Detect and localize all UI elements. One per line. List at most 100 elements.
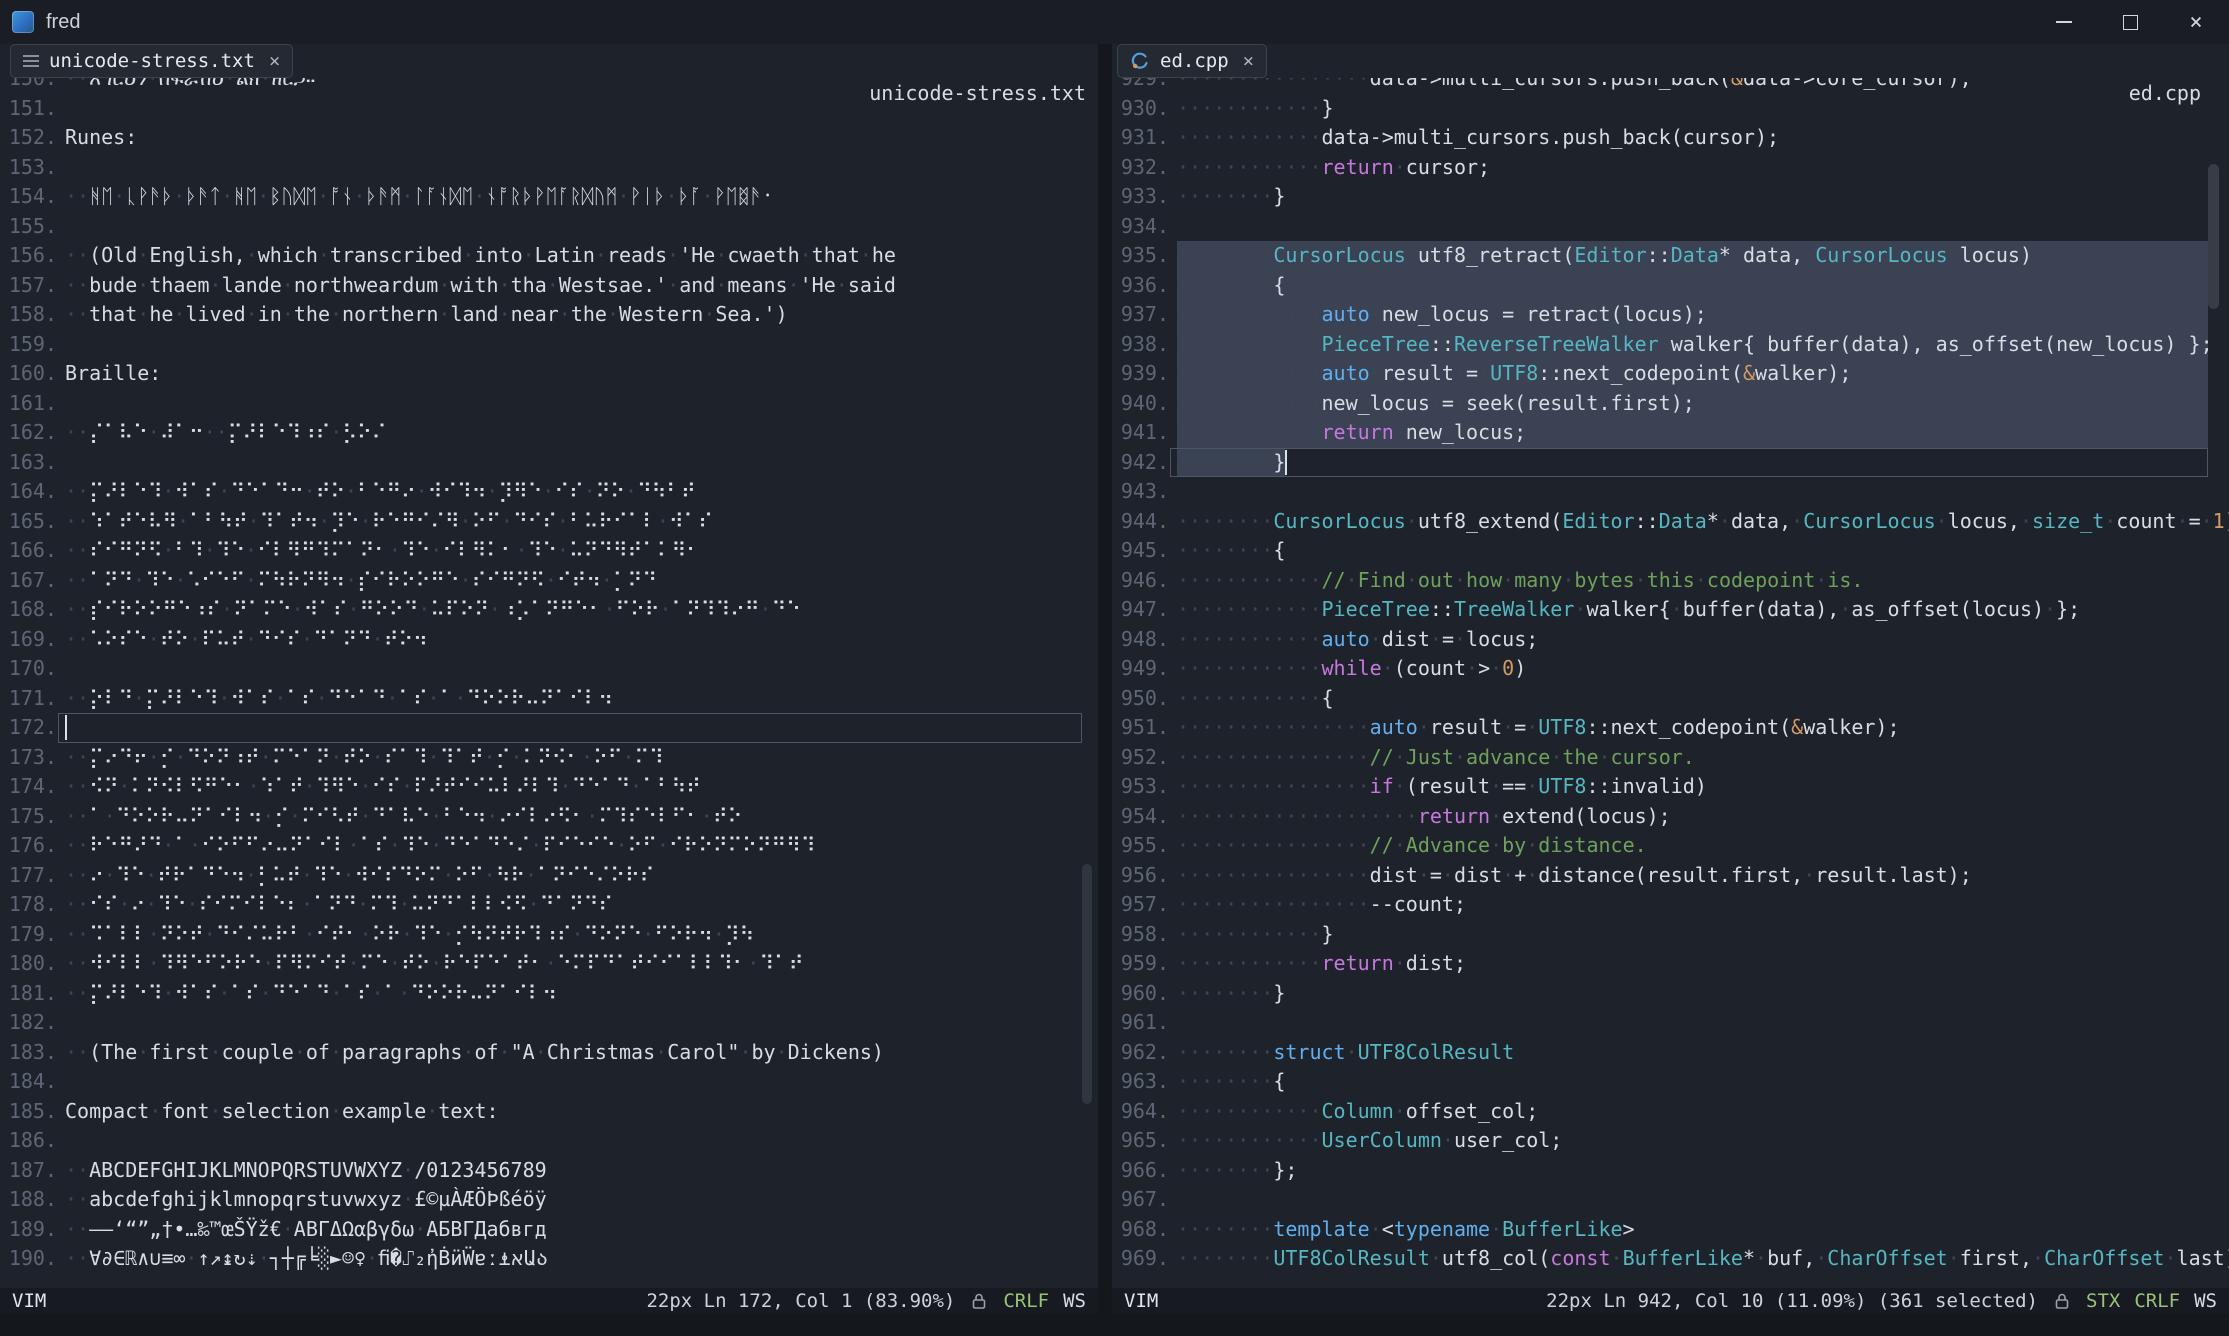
line-number[interactable]: 952. [1112,743,1169,773]
code-line[interactable]: 186. [0,1126,1098,1156]
code-line[interactable]: 179.··⠩⠁⠇⠇·⠝⠕⠞·⠙⠊⠌⠥⠗⠃·⠊⠞⠂·⠕⠗·⠹⠑·⡊⠳⠝⠞⠗⠹⠰⠎… [0,920,1098,950]
code-line[interactable]: 947.············PieceTree::TreeWalker·wa… [1112,595,2229,625]
line-number[interactable]: 168. [0,595,57,625]
line-number[interactable]: 161. [0,389,57,419]
line-number[interactable]: 182. [0,1008,57,1038]
code-line[interactable]: 172. [0,713,1098,743]
line-number[interactable]: 948. [1112,625,1169,655]
code-line[interactable]: 948.············auto·dist·=·locus; [1112,625,2229,655]
code-line[interactable]: 170. [0,654,1098,684]
code-line[interactable]: 961. [1112,1008,2229,1038]
tab-unicode-stress[interactable]: unicode-stress.txt × [10,44,293,78]
line-number[interactable]: 959. [1112,949,1169,979]
status-flag-crlf[interactable]: CRLF [2134,1290,2180,1312]
code-line[interactable]: 156.··(Old·English,·which·transcribed·in… [0,241,1098,271]
line-number[interactable]: 169. [0,625,57,655]
line-number[interactable]: 178. [0,890,57,920]
line-number[interactable]: 176. [0,831,57,861]
code-line[interactable]: 941.············return·new_locus; [1112,418,2229,448]
line-number[interactable]: 153. [0,153,57,183]
line-number[interactable]: 939. [1112,359,1169,389]
code-line[interactable]: 174.··⠪⠝·⠅⠝⠪⠇⠫⠛⠑⠂·⠱⠁⠞·⠹⠻⠑·⠊⠎·⠏⠜⠞⠊⠊⠥⠇⠜⠇⠹·… [0,772,1098,802]
code-line[interactable]: 173.··⡍⠔⠙⠖·⡊·⠙⠕⠝⠰⠞·⠍⠑⠁⠝·⠞⠕·⠎⠁⠹·⠹⠁⠞·⡊·⠅⠝⠪… [0,743,1098,773]
code-line[interactable]: 960.········} [1112,979,2229,1009]
line-number[interactable]: 968. [1112,1215,1169,1245]
code-line[interactable]: 176.··⠗⠑⠛⠜⠙·⠁·⠊⠕⠋⠋⠔⠤⠝⠁⠊⠇·⠁⠎·⠹⠑·⠙⠑⠁⠙⠑⠌·⠏⠊… [0,831,1098,861]
line-number[interactable]: 160. [0,359,57,389]
scrollbar-thumb[interactable] [2208,164,2219,309]
line-number[interactable]: 961. [1112,1008,1169,1038]
line-number[interactable]: 932. [1112,153,1169,183]
line-number[interactable]: 175. [0,802,57,832]
line-number[interactable]: 947. [1112,595,1169,625]
line-number[interactable]: 969. [1112,1244,1169,1274]
line-number[interactable]: 157. [0,271,57,301]
code-line[interactable]: 169.··⠡⠕⠎⠑·⠞⠕·⠏⠥⠞·⠙⠊⠎·⠙⠁⠝⠙·⠞⠕⠲ [0,625,1098,655]
line-number[interactable]: 159. [0,330,57,360]
minimize-button[interactable] [2031,0,2097,44]
line-number[interactable]: 152. [0,123,57,153]
code-line[interactable]: 162.··⡌⠁⠧⠑·⠼⠁⠒··⡍⠜⠇⠑⠹⠰⠎·⡣⠕⠌ [0,418,1098,448]
code-line[interactable]: 953.················if·(result·==·UTF8::… [1112,772,2229,802]
code-line[interactable]: 182. [0,1008,1098,1038]
line-number[interactable]: 164. [0,477,57,507]
code-line[interactable]: 190.··∀∂∈ℝ∧∪≡∞·↑↗↨↻⇣·┐┼╔╘░►☺♀·ﬁ�⑀₂ἠḂӥẄɐː… [0,1244,1098,1274]
code-line[interactable]: 165.··⠱⠁⠞⠑⠧⠻·⠁⠃⠳⠞·⠹⠁⠞⠲·⡹⠑·⠗⠑⠛⠊⠌⠻·⠕⠋·⠙⠊⠎·… [0,507,1098,537]
tab-ed-cpp[interactable]: ed.cpp × [1117,44,1267,78]
code-line[interactable]: 945.········{ [1112,536,2229,566]
maximize-button[interactable] [2097,0,2163,44]
code-line[interactable]: 181.··⡍⠜⠇⠑⠹·⠺⠁⠎·⠁⠎·⠙⠑⠁⠙·⠁⠎·⠁·⠙⠕⠕⠗⠤⠝⠁⠊⠇⠲ [0,979,1098,1009]
line-number[interactable]: 933. [1112,182,1169,212]
line-number[interactable]: 156. [0,241,57,271]
code-line[interactable]: 935.········CursorLocus·utf8_retract(Edi… [1112,241,2229,271]
code-line[interactable]: 946.············//·Find·out·how·many·byt… [1112,566,2229,596]
line-number[interactable]: 965. [1112,1126,1169,1156]
line-number[interactable]: 938. [1112,330,1169,360]
code-line[interactable]: 944.········CursorLocus·utf8_extend(Edit… [1112,507,2229,537]
code-line[interactable]: 183.··(The·first·couple·of·paragraphs·of… [0,1038,1098,1068]
lock-icon[interactable] [2054,1292,2070,1310]
code-line[interactable]: 152.Runes: [0,123,1098,153]
line-number[interactable]: 172. [0,713,57,743]
line-number[interactable]: 166. [0,536,57,566]
code-line[interactable]: 159. [0,330,1098,360]
line-number[interactable]: 162. [0,418,57,448]
code-line[interactable]: 155. [0,212,1098,242]
line-number[interactable]: 177. [0,861,57,891]
line-number[interactable]: 170. [0,654,57,684]
line-number[interactable]: 956. [1112,861,1169,891]
code-line[interactable]: 168.··⡎⠊⠗⠕⠕⠛⠑⠰⠎·⠝⠁⠍⠑·⠺⠁⠎·⠛⠕⠕⠙·⠥⠏⠕⠝·⠰⡡⠁⠝⠛… [0,595,1098,625]
line-number[interactable]: 940. [1112,389,1169,419]
line-number[interactable]: 165. [0,507,57,537]
line-number[interactable]: 188. [0,1185,57,1215]
scrollbar-thumb[interactable] [1082,864,1092,1104]
line-number[interactable]: 937. [1112,300,1169,330]
line-number[interactable]: 942. [1112,448,1169,478]
line-number[interactable]: 964. [1112,1097,1169,1127]
line-number[interactable]: 967. [1112,1185,1169,1215]
line-number[interactable]: 941. [1112,418,1169,448]
line-number[interactable]: 966. [1112,1156,1169,1186]
close-button[interactable]: × [2163,0,2229,44]
line-number[interactable]: 189. [0,1215,57,1245]
code-line[interactable]: 184. [0,1067,1098,1097]
line-number[interactable]: 167. [0,566,57,596]
line-number[interactable]: 174. [0,772,57,802]
line-number[interactable]: 957. [1112,890,1169,920]
code-line[interactable]: 934. [1112,212,2229,242]
code-line[interactable]: 158.··that·he·lived·in·the·northern·land… [0,300,1098,330]
code-line[interactable]: 942.········} [1112,448,2229,478]
code-line[interactable]: 952.················//·Just·advance·the·… [1112,743,2229,773]
code-line[interactable]: 157.··bude·thaem·lande·northweardum·with… [0,271,1098,301]
code-line[interactable]: 954.····················return·extend(lo… [1112,802,2229,832]
code-line[interactable]: 171.··⡕⠇⠙·⡍⠜⠇⠑⠹·⠺⠁⠎·⠁⠎·⠙⠑⠁⠙·⠁⠎·⠁·⠙⠕⠕⠗⠤⠝⠁… [0,684,1098,714]
line-number[interactable]: 151. [0,94,57,124]
code-line[interactable]: 959.············return·dist; [1112,949,2229,979]
code-line[interactable]: 164.··⡍⠜⠇⠑⠹·⠺⠁⠎·⠙⠑⠁⠙⠒·⠞⠕·⠃⠑⠛⠔·⠺⠊⠹⠲·⡹⠻⠑·⠊… [0,477,1098,507]
line-number[interactable]: 949. [1112,654,1169,684]
status-flag-ws[interactable]: WS [1063,1290,1086,1312]
code-line[interactable]: 188.··abcdefghijklmnopqrstuvwxyz·£©µÀÆÖÞ… [0,1185,1098,1215]
code-line[interactable]: 166.··⠎⠊⠛⠝⠫·⠃⠹·⠹⠑·⠊⠇⠻⠛⠹⠍⠁⠝⠂·⠹⠑·⠊⠇⠻⠅⠂·⠹⠑·… [0,536,1098,566]
line-number[interactable]: 158. [0,300,57,330]
code-line[interactable]: 175.··⠁·⠙⠕⠕⠗⠤⠝⠁⠊⠇⠲·⡊·⠍⠊⠣⠞·⠙⠁⠧⠑·⠃⠑⠲·⠔⠊⠇⠔⠫… [0,802,1098,832]
